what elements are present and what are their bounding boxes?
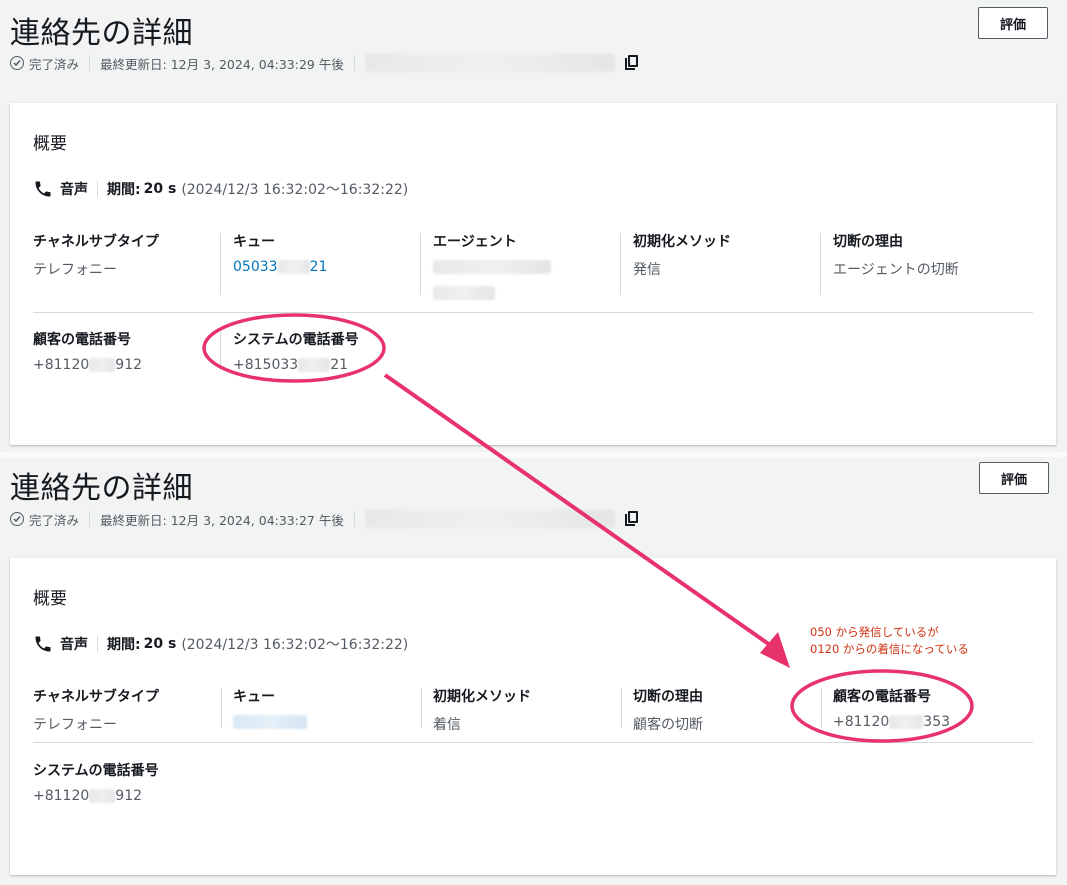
copy-icon[interactable] — [624, 511, 639, 527]
meta-row: 完了済み 最終更新日: 12月 3, 2024, 04:33:27 午後 — [10, 509, 639, 529]
card-heading: 概要 — [33, 134, 67, 154]
field-agent: エージェント — [433, 231, 613, 304]
duration-key: 期間: — [107, 182, 141, 198]
channel-label: 音声 — [60, 637, 88, 653]
bottom-contact-panel: 連絡先の詳細 完了済み 最終更新日: 12月 3, 2024, 04:33:27… — [0, 455, 1067, 885]
status-text: 完了済み — [29, 512, 80, 528]
field-system-phone: システムの電話番号 +81120 912 — [33, 763, 159, 804]
field-init-method: 初期化メソッド 発信 — [633, 234, 731, 278]
evaluate-button[interactable]: 評価 — [979, 462, 1049, 494]
channel-row: 音声 期間: 20 s (2024/12/3 16:32:02～16:32:22… — [33, 634, 408, 654]
duration-range: (2024/12/3 16:32:02～16:32:22) — [181, 637, 409, 653]
evaluate-button[interactable]: 評価 — [978, 7, 1048, 39]
channel-label: 音声 — [60, 182, 88, 198]
contact-id-redacted — [364, 54, 615, 72]
phone-icon — [35, 636, 51, 652]
summary-card: 概要 音声 期間: 20 s (2024/12/3 16:32:02～16:32… — [10, 103, 1056, 445]
field-init-method: 初期化メソッド 着信 — [433, 689, 531, 733]
check-circle-icon — [10, 56, 24, 70]
summary-card: 概要 音声 期間: 20 s (2024/12/3 16:32:02～16:32… — [10, 558, 1056, 875]
field-queue: キュー — [233, 686, 413, 733]
field-customer-phone: 顧客の電話番号 +81120 353 — [833, 689, 951, 730]
field-channel-subtype: チャネルサブタイプ テレフォニー — [33, 234, 159, 278]
channel-row: 音声 期間: 20 s (2024/12/3 16:32:02～16:32:22… — [33, 179, 408, 199]
last-updated: 最終更新日: 12月 3, 2024, 04:33:29 午後 — [100, 56, 344, 72]
field-system-phone: システムの電話番号 +815033 21 — [233, 332, 359, 373]
duration-range: (2024/12/3 16:32:02～16:32:22) — [181, 182, 409, 198]
field-disconnect-reason: 切断の理由 エージェントの切断 — [833, 234, 959, 278]
page-title: 連絡先の詳細 — [10, 471, 193, 506]
agent-redacted — [433, 259, 613, 304]
queue-redacted[interactable] — [233, 714, 413, 733]
card-heading: 概要 — [33, 589, 67, 609]
duration-value: 20 s — [143, 636, 177, 652]
copy-icon[interactable] — [624, 55, 639, 71]
duration-key: 期間: — [107, 637, 141, 653]
meta-row: 完了済み 最終更新日: 12月 3, 2024, 04:33:29 午後 — [10, 53, 639, 73]
top-contact-panel: 連絡先の詳細 完了済み 最終更新日: 12月 3, 2024, 04:33:29… — [0, 0, 1067, 455]
annotation-note: 050 から発信しているが 0120 からの着信になっている — [810, 625, 969, 656]
field-queue: キュー 05033 21 — [233, 231, 413, 275]
status-text: 完了済み — [29, 56, 80, 72]
contact-id-redacted — [364, 510, 615, 528]
check-circle-icon — [10, 512, 24, 526]
queue-link[interactable]: 05033 21 — [233, 259, 413, 275]
field-customer-phone: 顧客の電話番号 +81120 912 — [33, 332, 143, 373]
page-title: 連絡先の詳細 — [10, 16, 193, 51]
phone-icon — [35, 181, 51, 197]
last-updated: 最終更新日: 12月 3, 2024, 04:33:27 午後 — [100, 512, 344, 528]
field-channel-subtype: チャネルサブタイプ テレフォニー — [33, 689, 159, 733]
field-disconnect-reason: 切断の理由 顧客の切断 — [633, 689, 703, 733]
duration-value: 20 s — [143, 181, 177, 197]
